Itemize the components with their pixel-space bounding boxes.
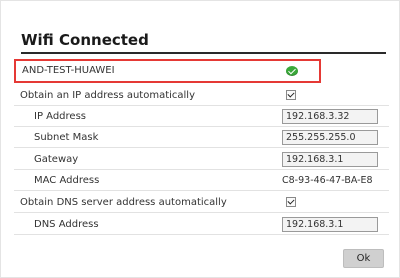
mac-label: MAC Address (34, 175, 100, 186)
dns-field[interactable]: 192.168.3.1 (282, 217, 378, 232)
ip-auto-label: Obtain an IP address automatically (20, 90, 196, 101)
gateway-label: Gateway (34, 154, 79, 165)
ip-address-row: IP Address 192.168.3.32 (14, 107, 389, 127)
ssid-label: AND-TEST-HUAWEI (22, 65, 115, 76)
ip-address-field[interactable]: 192.168.3.32 (282, 109, 378, 124)
mac-row: MAC Address C8-93-46-47-BA-E8 (14, 171, 389, 191)
subnet-field[interactable]: 255.255.255.0 (282, 130, 378, 145)
ip-auto-row: Obtain an IP address automatically (14, 86, 389, 106)
ip-address-label: IP Address (34, 111, 86, 122)
subnet-row: Subnet Mask 255.255.255.0 (14, 128, 389, 148)
subnet-label: Subnet Mask (34, 132, 99, 143)
dns-address-row: DNS Address 192.168.3.1 (14, 215, 389, 235)
dns-auto-label: Obtain DNS server address automatically (20, 197, 227, 208)
dns-auto-row: Obtain DNS server address automatically (14, 193, 389, 213)
ok-button[interactable]: Ok (343, 249, 384, 268)
gateway-field[interactable]: 192.168.3.1 (282, 152, 378, 167)
dns-label: DNS Address (34, 219, 99, 230)
mac-value: C8-93-46-47-BA-E8 (282, 175, 373, 186)
dns-auto-checkbox[interactable] (286, 197, 296, 207)
gateway-row: Gateway 192.168.3.1 (14, 150, 389, 170)
ip-auto-checkbox[interactable] (286, 90, 296, 100)
title-divider (21, 52, 386, 54)
check-circle-icon (286, 66, 298, 76)
dialog-title: Wifi Connected (21, 31, 149, 49)
wifi-dialog: Wifi Connected AND-TEST-HUAWEI Obtain an… (0, 0, 400, 278)
ssid-row: AND-TEST-HUAWEI (14, 59, 321, 83)
